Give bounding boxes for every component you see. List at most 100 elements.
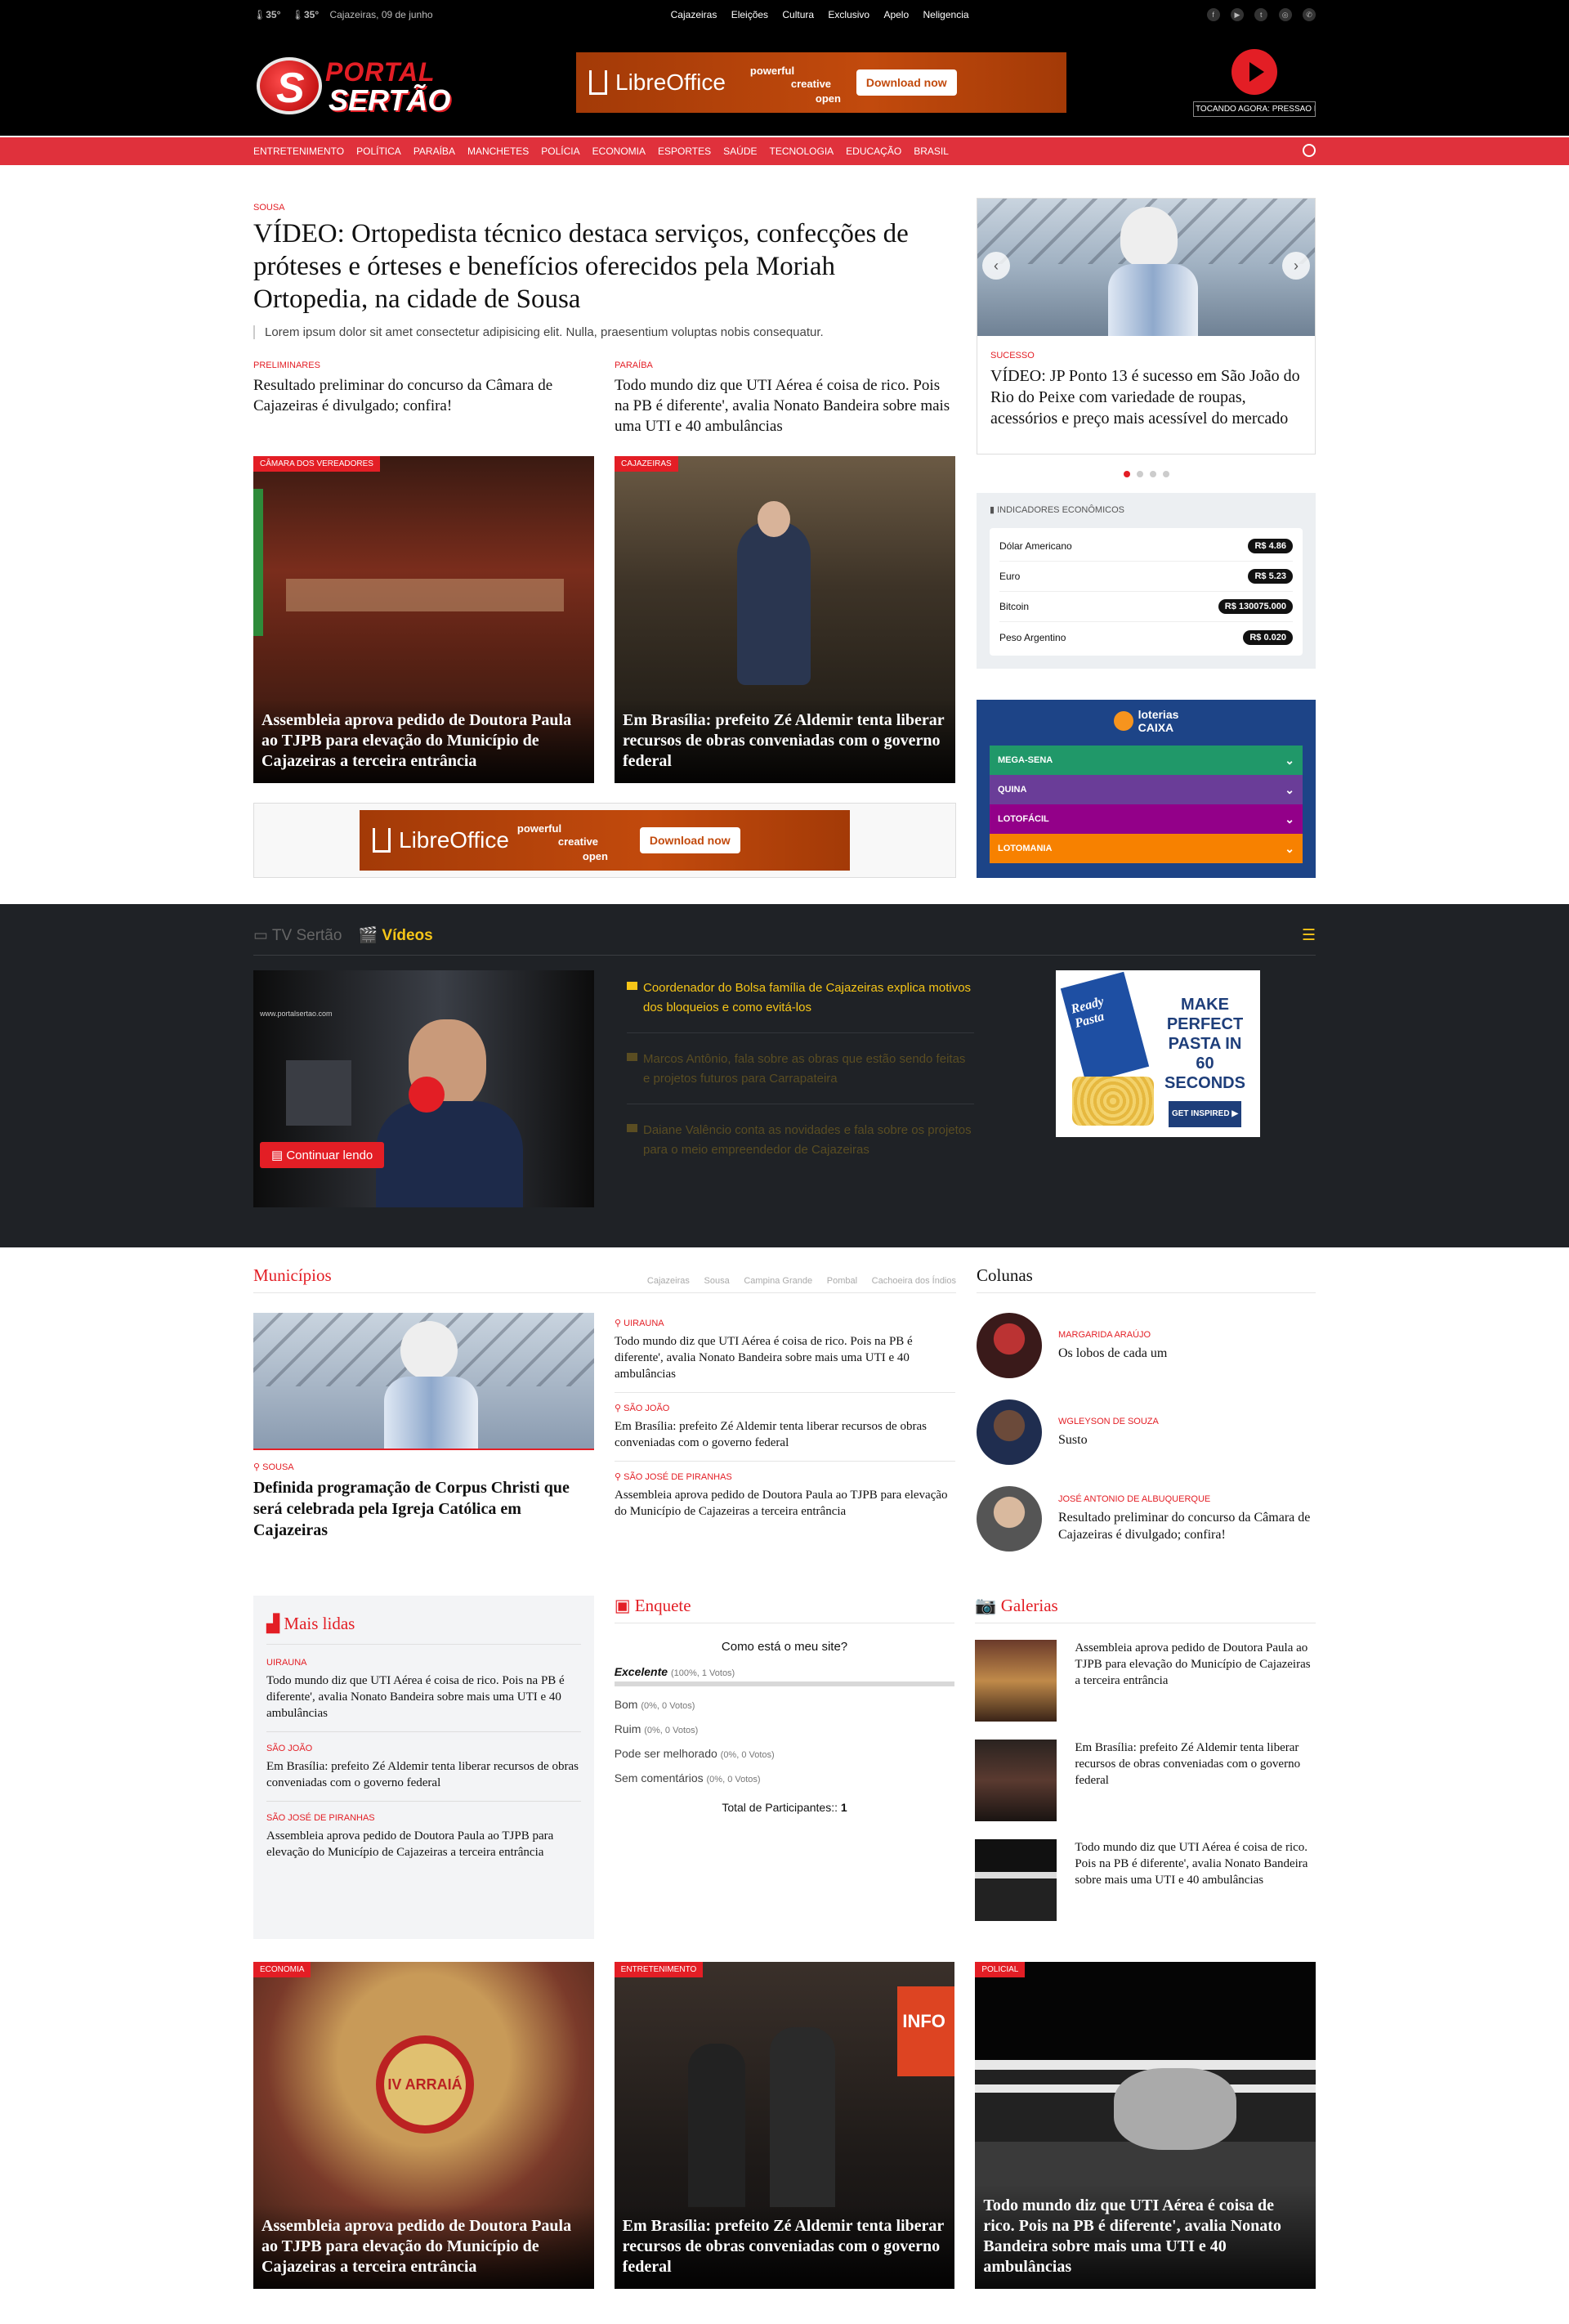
article-title[interactable]: Todo mundo diz que UTI Aérea é coisa de … [615,1333,955,1382]
slider-title[interactable]: VÍDEO: JP Ponto 13 é sucesso em São João… [990,365,1302,429]
article-category[interactable]: SÃO JOÃO [266,1744,581,1753]
twitter-icon[interactable]: t [1254,8,1268,21]
sub-article-title[interactable]: Resultado preliminar do concurso da Câma… [253,375,594,416]
whatsapp-icon[interactable]: ✆ [1303,8,1316,21]
poll-option[interactable]: Ruim (0%, 0 Votos) [615,1722,955,1735]
list-item[interactable]: UIRAUNA Todo mundo diz que UTI Aérea é co… [266,1658,581,1732]
card-title[interactable]: Assembleia aprova pedido de Doutora Paul… [253,699,594,783]
youtube-icon[interactable]: ▶ [1230,8,1244,21]
article-title[interactable]: Em Brasília: prefeito Zé Aldemir tenta l… [615,1418,955,1451]
gallery-thumb[interactable] [975,1839,1057,1921]
article-category[interactable]: SÃO JOSÉ DE PIRANHAS [266,1813,581,1823]
sub-article-category[interactable]: PARAÍBA [615,360,955,370]
sub-article-title[interactable]: Todo mundo diz que UTI Aérea é coisa de … [615,375,955,437]
top-link-cajazeiras[interactable]: Cajazeiras [671,9,717,20]
card-label[interactable]: POLICIAL [975,1962,1026,1977]
nav-tecnologia[interactable]: TECNOLOGIA [769,146,834,157]
video-player[interactable]: www.portalsertao.com ▤ Continuar lendo [253,970,594,1207]
lottery-quina[interactable]: QUINA ⌄ [990,775,1303,804]
column-item[interactable]: JOSÉ ANTONIO DE ALBUQUERQUE Resultado pre… [977,1486,1316,1552]
play-icon[interactable] [409,1077,445,1113]
tab-campina-grande[interactable]: Campina Grande [744,1276,812,1286]
feature-card[interactable]: CAJAZEIRAS Em Brasília: prefeito Zé Alde… [615,456,955,783]
nav-entretenimento[interactable]: ENTRETENIMENTO [253,146,344,157]
column-title[interactable]: Susto [1058,1431,1159,1449]
lead-title[interactable]: VÍDEO: Ortopedista técnico destaca servi… [253,217,956,316]
video-list-item[interactable]: Marcos Antônio, fala sobre as obras que … [627,1041,974,1104]
article-category[interactable]: ⚲ UIRAUNA [615,1318,955,1328]
card-label[interactable]: CAJAZEIRAS [615,456,678,472]
card-label[interactable]: CÂMARA DOS VEREADORES [253,456,380,472]
tab-cachoeira[interactable]: Cachoeira dos Índios [872,1276,956,1286]
slider-dot[interactable] [1136,471,1143,477]
column-author[interactable]: MARGARIDA ARAÚJO [1058,1330,1167,1340]
nav-manchetes[interactable]: MANCHETES [467,146,529,157]
sub-article[interactable]: PRELIMINARES Resultado preliminar do con… [253,360,594,437]
column-title[interactable]: Os lobos de cada um [1058,1345,1167,1362]
column-author[interactable]: WGLEYSON DE SOUZA [1058,1417,1159,1426]
top-link-cultura[interactable]: Cultura [782,9,814,20]
feature-card[interactable]: IV ARRAIÁ ECONOMIA Assembleia aprova ped… [253,1962,594,2289]
municipios-main-article[interactable]: ⚲ SOUSA Definida programação de Corpus C… [253,1313,594,1541]
card-title[interactable]: Assembleia aprova pedido de Doutora Paul… [253,2205,594,2289]
card-title[interactable]: Em Brasília: prefeito Zé Aldemir tenta l… [614,2205,955,2289]
search-icon[interactable] [1303,144,1316,157]
lottery-megasena[interactable]: MEGA-SENA ⌄ [990,746,1303,775]
slider-prev-icon[interactable]: ‹ [982,252,1010,280]
nav-esportes[interactable]: ESPORTES [658,146,711,157]
inline-ad-banner[interactable]: LibreOffice powerful creative open Downl… [360,810,850,871]
ad-cta[interactable]: GET INSPIRED ▶ [1168,1101,1242,1127]
gallery-thumb[interactable] [975,1740,1057,1821]
feature-card[interactable]: POLICIAL Todo mundo diz que UTI Aérea é … [975,1962,1316,2289]
poll-option[interactable]: Sem comentários (0%, 0 Votos) [615,1771,955,1784]
ad-download-button[interactable]: Download now [856,69,957,96]
gallery-thumb[interactable] [975,1640,1057,1722]
pasta-ad[interactable]: Ready Pasta MAKE PERFECT PASTA IN 60 SEC… [1056,970,1260,1137]
header-ad-banner[interactable]: LibreOffice powerful creative open Downl… [576,52,1066,113]
list-item[interactable]: ⚲ SÃO JOSÉ DE PIRANHAS Assembleia aprova… [615,1466,955,1529]
list-item[interactable]: ⚲ UIRAUNA Todo mundo diz que UTI Aérea é… [615,1313,955,1393]
video-list-item[interactable]: Daiane Valêncio conta as novidades e fal… [627,1113,974,1175]
slider-category[interactable]: SUCESSO [990,351,1302,360]
avatar[interactable] [977,1486,1042,1552]
article-title[interactable]: Assembleia aprova pedido de Doutora Paul… [266,1828,581,1861]
continue-reading-button[interactable]: ▤ Continuar lendo [260,1142,385,1168]
avatar[interactable] [977,1313,1042,1378]
nav-brasil[interactable]: BRASIL [914,146,949,157]
column-item[interactable]: MARGARIDA ARAÚJO Os lobos de cada um [977,1313,1316,1378]
column-title[interactable]: Resultado preliminar do concurso da Câma… [1058,1509,1316,1543]
top-link-exclusivo[interactable]: Exclusivo [828,9,869,20]
slider-next-icon[interactable]: › [1282,252,1310,280]
column-author[interactable]: JOSÉ ANTONIO DE ALBUQUERQUE [1058,1494,1316,1504]
tab-sousa[interactable]: Sousa [704,1276,730,1286]
nav-educacao[interactable]: EDUCAÇÃO [846,146,901,157]
lead-category[interactable]: SOUSA [253,203,956,213]
card-label[interactable]: ENTRETENIMENTO [614,1962,704,1977]
poll-option[interactable]: Pode ser melhorado (0%, 0 Votos) [615,1747,955,1760]
top-link-apelo[interactable]: Apelo [883,9,909,20]
article-category[interactable]: ⚲ SÃO JOSÉ DE PIRANHAS [615,1471,955,1482]
list-item[interactable]: SÃO JOSÉ DE PIRANHAS Assembleia aprova pe… [266,1813,581,1870]
card-title[interactable]: Todo mundo diz que UTI Aérea é coisa de … [975,2184,1316,2289]
nav-economia[interactable]: ECONOMIA [592,146,646,157]
poll-option[interactable]: Excelente (100%, 1 Votos) [614,1665,955,1686]
lottery-lotofacil[interactable]: LOTOFÁCIL ⌄ [990,804,1303,834]
nav-policia[interactable]: POLÍCIA [541,146,579,157]
poll-option[interactable]: Bom (0%, 0 Votos) [615,1698,955,1711]
gallery-item[interactable]: Em Brasília: prefeito Zé Aldemir tenta l… [975,1740,1316,1821]
tab-videos[interactable]: 🎬 Vídeos [358,925,432,945]
article-title[interactable]: Definida programação de Corpus Christi q… [253,1477,594,1541]
tab-tv-sertao[interactable]: ▭ TV Sertão [253,926,342,945]
tab-pombal[interactable]: Pombal [827,1276,857,1286]
slider-photo[interactable]: ‹ › [977,199,1315,336]
article-title[interactable]: Todo mundo diz que UTI Aérea é coisa de … [266,1672,581,1722]
nav-politica[interactable]: POLÍTICA [356,146,401,157]
lead-article[interactable]: SOUSA VÍDEO: Ortopedista técnico destaca… [253,203,956,339]
ad-download-button[interactable]: Download now [639,827,740,853]
nav-paraiba[interactable]: PARAÍBA [413,146,455,157]
column-item[interactable]: WGLEYSON DE SOUZA Susto [977,1399,1316,1465]
lottery-lotomania[interactable]: LOTOMANIA ⌄ [990,834,1303,863]
slider-dot[interactable] [1149,471,1156,477]
card-title[interactable]: Em Brasília: prefeito Zé Aldemir tenta l… [615,699,955,783]
play-icon[interactable] [1232,48,1277,95]
